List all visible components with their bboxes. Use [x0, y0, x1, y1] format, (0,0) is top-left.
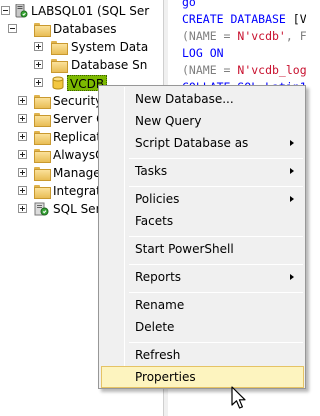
tree-node-label: AlwaysO	[53, 148, 105, 162]
database-icon	[52, 76, 64, 90]
submenu-arrow-icon	[290, 140, 294, 146]
tree-node-server[interactable]: LABSQL01 (SQL Ser	[0, 2, 163, 20]
folder-icon	[34, 95, 51, 109]
menu-item-delete[interactable]: Delete	[101, 316, 304, 338]
submenu-arrow-icon	[290, 168, 294, 174]
menu-item-facets[interactable]: Facets	[101, 210, 304, 232]
code-token: CREATE DATABASE	[182, 12, 293, 26]
tree-node-label: LABSQL01 (SQL Ser	[31, 4, 150, 18]
submenu-arrow-icon	[290, 196, 294, 202]
menu-separator	[129, 158, 303, 159]
expand-icon[interactable]	[18, 114, 27, 123]
menu-item-label: Start PowerShell	[135, 242, 234, 256]
folder-icon	[34, 113, 51, 127]
menu-item-label: Delete	[135, 320, 175, 334]
menu-item-label: Reports	[135, 270, 182, 284]
menu-item-label: New Database...	[135, 92, 234, 106]
menu-separator	[129, 264, 303, 265]
expand-icon[interactable]	[18, 168, 27, 177]
submenu-arrow-icon	[290, 274, 294, 280]
code-token: [V	[292, 12, 306, 26]
context-menu: New Database... New Query Script Databas…	[98, 85, 306, 389]
menu-item-label: Facets	[135, 214, 174, 228]
menu-item-rename[interactable]: Rename	[101, 294, 304, 316]
code-token: (NAME =	[182, 29, 238, 43]
menu-item-label: Rename	[135, 298, 185, 312]
expand-icon[interactable]	[18, 96, 27, 105]
collapse-icon[interactable]	[8, 24, 17, 33]
expand-icon[interactable]	[34, 78, 43, 87]
agent-icon	[34, 202, 49, 216]
tree-node-label: Manage	[53, 166, 101, 180]
menu-separator	[129, 186, 303, 187]
folder-icon	[34, 149, 51, 163]
folder-icon	[34, 167, 51, 181]
menu-separator	[129, 342, 303, 343]
code-line-3: (NAME = N'vcdb', F	[182, 28, 306, 45]
expand-icon[interactable]	[18, 204, 27, 213]
menu-item-label: Script Database as	[135, 136, 249, 150]
tree-node-database-snapshots[interactable]: Database Sn	[0, 56, 163, 74]
code-line-1: go	[182, 0, 196, 11]
expand-icon[interactable]	[18, 132, 27, 141]
expand-icon[interactable]	[18, 186, 27, 195]
expand-icon[interactable]	[34, 42, 43, 51]
mouse-cursor-icon	[231, 386, 246, 409]
code-line-5: (NAME = N'vcdb_log	[182, 62, 306, 79]
menu-item-start-powershell[interactable]: Start PowerShell	[101, 238, 304, 260]
folder-icon	[51, 59, 68, 73]
code-token: (NAME =	[182, 63, 238, 77]
menu-item-label: Tasks	[135, 164, 168, 178]
menu-item-properties[interactable]: Properties	[101, 366, 304, 388]
menu-item-policies[interactable]: Policies	[101, 188, 304, 210]
expand-icon[interactable]	[18, 150, 27, 159]
expand-icon[interactable]	[34, 60, 43, 69]
tree-node-label: Security	[53, 94, 103, 108]
folder-icon	[34, 185, 51, 199]
tree-node-label: Databases	[53, 22, 117, 36]
folder-icon	[34, 23, 51, 37]
menu-item-label: New Query	[135, 114, 202, 128]
code-token: , F	[285, 29, 306, 43]
menu-item-new-database[interactable]: New Database...	[101, 88, 304, 110]
menu-item-label: Policies	[135, 192, 180, 206]
folder-icon	[34, 131, 51, 145]
menu-item-new-query[interactable]: New Query	[101, 110, 304, 132]
menu-item-label: Properties	[135, 370, 196, 384]
menu-item-reports[interactable]: Reports	[101, 266, 304, 288]
tree-node-databases[interactable]: Databases	[0, 20, 163, 38]
code-line-4: LOG ON	[182, 45, 224, 62]
code-line-2: CREATE DATABASE [V	[182, 11, 306, 28]
menu-item-tasks[interactable]: Tasks	[101, 160, 304, 182]
menu-item-refresh[interactable]: Refresh	[101, 344, 304, 366]
menu-item-label: Refresh	[135, 348, 181, 362]
code-token: LOG ON	[182, 46, 224, 60]
menu-item-script-database-as[interactable]: Script Database as	[101, 132, 304, 154]
code-token: N'vcdb'	[237, 29, 286, 43]
code-token: N'vcdb_log	[237, 63, 306, 77]
folder-icon	[51, 41, 68, 55]
code-token: go	[182, 0, 196, 9]
tree-node-label: Database Sn	[71, 58, 148, 72]
tree-node-label: System Data	[71, 40, 149, 54]
menu-separator	[129, 236, 303, 237]
menu-separator	[129, 292, 303, 293]
collapse-icon[interactable]	[1, 6, 10, 15]
server-icon	[15, 4, 28, 18]
tree-node-system-databases[interactable]: System Data	[0, 38, 163, 56]
